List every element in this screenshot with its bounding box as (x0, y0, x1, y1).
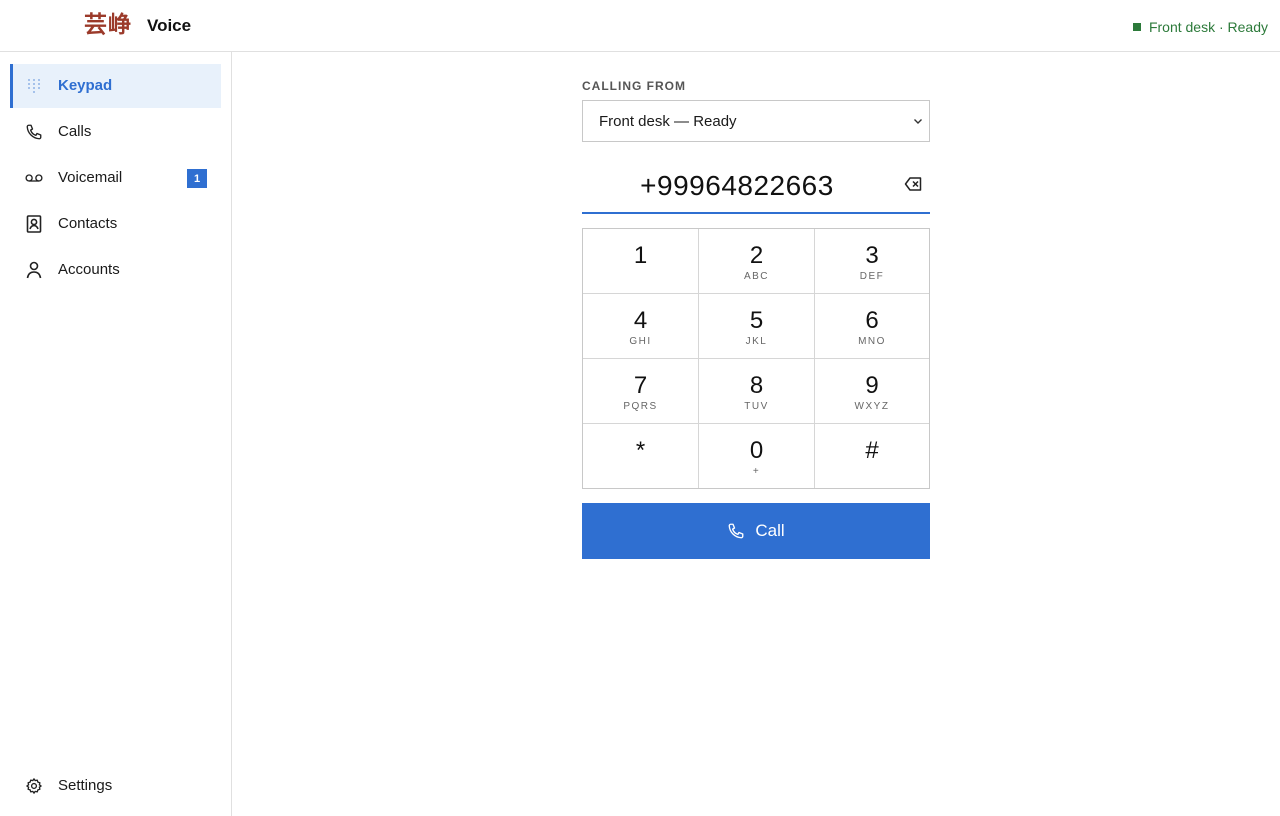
key-letters: ABC (743, 271, 770, 282)
key-letters: MNO (858, 336, 886, 347)
sidebar-item-accounts[interactable]: Accounts (10, 248, 221, 292)
calling-from-label: CALLING FROM (582, 79, 686, 93)
app-title: Voice (147, 16, 192, 35)
sidebar-item-settings[interactable]: Settings (10, 764, 221, 808)
sidebar-item-label: Contacts (58, 215, 118, 232)
phone-icon (728, 523, 744, 539)
voicemail-count-badge: 1 (187, 169, 207, 188)
keypad-key-8[interactable]: 8 TUV (699, 359, 815, 424)
phone-number-value: +99964822663 (640, 170, 834, 201)
status-indicator-icon (1132, 23, 1141, 31)
sidebar-item-label: Accounts (58, 261, 120, 278)
keypad-key-2[interactable]: 2 ABC (699, 229, 815, 294)
key-letters: JKL (745, 336, 768, 347)
sidebar-item-calls[interactable]: Calls (10, 110, 221, 154)
backspace-icon[interactable] (904, 176, 922, 192)
key-digit: 8 (749, 372, 764, 399)
gear-icon (24, 776, 44, 796)
phone-icon (24, 122, 44, 142)
key-digit: 3 (865, 242, 879, 269)
contacts-icon (24, 214, 44, 234)
calling-from-select[interactable]: Front desk — Ready (582, 100, 930, 142)
key-digit: 5 (749, 307, 764, 334)
dial-keypad: 1 2 ABC 3 DEF 4 GHI 5 JKL 6 MNO 7 PQRS 8 TUV 9 WXYZ * 0 + # (582, 228, 930, 489)
agent-status: Front desk · Ready (1132, 19, 1268, 35)
key-digit: 4 (633, 307, 648, 334)
voicemail-icon (24, 168, 44, 188)
keypad-key-hash[interactable]: # (815, 424, 929, 488)
keypad-key-7[interactable]: 7 PQRS (583, 359, 699, 424)
key-digit: * (635, 437, 646, 464)
top-header: 芸峥 Voice Front desk · Ready (0, 0, 1280, 52)
keypad-key-9[interactable]: 9 WXYZ (815, 359, 929, 424)
key-digit: 9 (865, 372, 879, 399)
key-letters: DEF (859, 271, 885, 282)
keypad-key-0[interactable]: 0 + (699, 424, 815, 488)
key-letters: WXYZ (854, 401, 890, 412)
keypad-key-star[interactable]: * (583, 424, 699, 488)
sidebar-item-label: Keypad (58, 77, 113, 94)
key-digit: 7 (633, 372, 648, 399)
status-text: Front desk · Ready (1148, 19, 1268, 35)
keypad-key-1[interactable]: 1 (583, 229, 699, 294)
person-icon (24, 260, 44, 280)
key-letters: + (752, 466, 761, 477)
key-digit: 2 (749, 242, 764, 269)
sidebar-nav: Keypad Calls Voicemail 1 Contacts Accoun… (0, 52, 232, 816)
key-letters: GHI (629, 336, 652, 347)
sidebar-item-contacts[interactable]: Contacts (10, 202, 221, 246)
sidebar-item-label: Calls (58, 123, 92, 140)
phone-number-input[interactable]: +99964822663 (582, 158, 930, 214)
sidebar-item-voicemail[interactable]: Voicemail 1 (10, 156, 221, 200)
calling-from-value: Front desk — Ready (599, 113, 737, 130)
sidebar-item-label: Settings (58, 777, 113, 794)
sidebar-item-keypad[interactable]: Keypad (10, 64, 221, 108)
brand-logo: 芸峥 (84, 11, 132, 38)
key-digit: 6 (865, 307, 879, 334)
voice-app: 芸峥 Voice Front desk · Ready Keypad Calls… (0, 0, 1280, 816)
call-button-label: Call (755, 521, 785, 540)
chevron-down-icon (914, 119, 922, 124)
keypad-key-6[interactable]: 6 MNO (815, 294, 929, 359)
key-digit: 1 (633, 242, 648, 269)
call-button[interactable]: Call (582, 503, 930, 559)
key-digit: 0 (749, 437, 764, 464)
keypad-icon (24, 76, 44, 96)
keypad-key-4[interactable]: 4 GHI (583, 294, 699, 359)
sidebar-item-label: Voicemail (58, 169, 123, 186)
keypad-key-5[interactable]: 5 JKL (699, 294, 815, 359)
key-letters: PQRS (623, 401, 658, 412)
keypad-key-3[interactable]: 3 DEF (815, 229, 929, 294)
key-letters: TUV (744, 401, 769, 412)
key-digit: # (865, 437, 879, 464)
